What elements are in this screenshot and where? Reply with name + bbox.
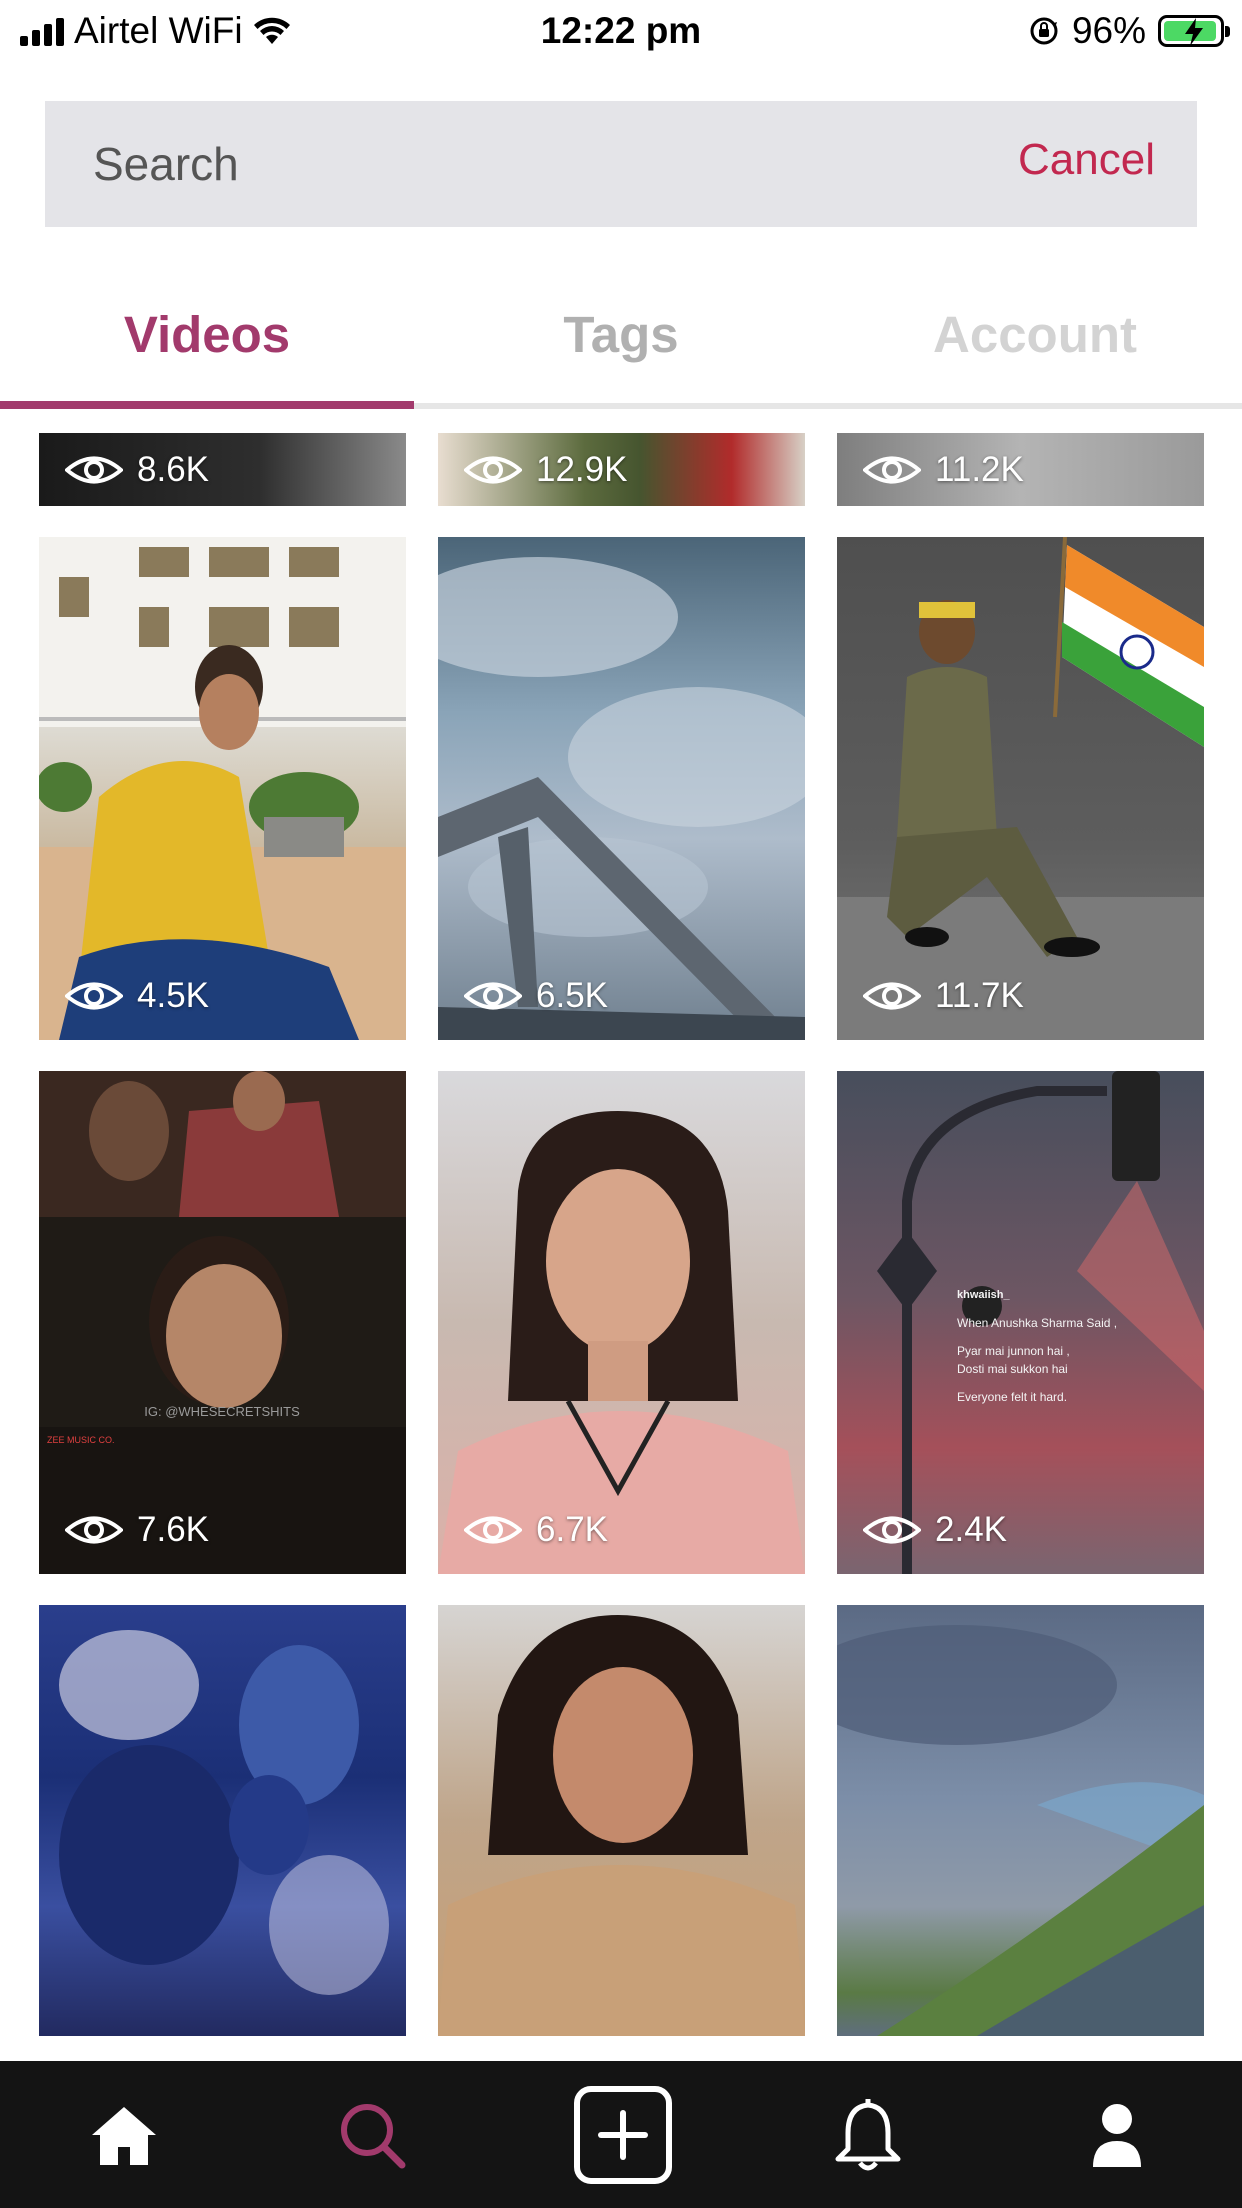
- battery-fill: [1164, 18, 1216, 46]
- eye-icon: [65, 982, 123, 1010]
- battery-percent: 96%: [1071, 10, 1146, 51]
- view-count: 2.4K: [863, 1510, 1007, 1550]
- tab-bar: Videos Tags Account: [0, 275, 1242, 409]
- eye-icon: [464, 456, 522, 484]
- thumbnail-logo: ZEE MUSIC CO.: [47, 1435, 115, 1445]
- search-input[interactable]: [93, 131, 893, 197]
- bell-icon[interactable]: [828, 2095, 908, 2175]
- orientation-lock-icon: [1030, 17, 1058, 45]
- video-tile[interactable]: 11.7K: [837, 537, 1204, 1040]
- video-tile[interactable]: [39, 1605, 406, 2036]
- video-tile[interactable]: [837, 1605, 1204, 2036]
- video-thumbnail: IG: @WHESECRETSHITS ZEE MUSIC CO.: [39, 1071, 406, 1574]
- bottom-nav: [0, 2061, 1242, 2208]
- video-tile[interactable]: 6.7K: [438, 1071, 805, 1574]
- eye-icon: [65, 456, 123, 484]
- tab-selected-indicator: [0, 401, 414, 409]
- view-count: 6.7K: [464, 1510, 608, 1550]
- tab-account[interactable]: Account: [828, 305, 1242, 364]
- eye-icon: [863, 456, 921, 484]
- video-thumbnail: [837, 537, 1204, 1040]
- video-tile[interactable]: 6.5K: [438, 537, 805, 1040]
- home-icon[interactable]: [84, 2095, 164, 2175]
- eye-icon: [863, 982, 921, 1010]
- view-count: 11.2K: [863, 450, 1024, 490]
- video-thumbnail: [438, 1615, 805, 2036]
- cancel-button[interactable]: Cancel: [1018, 135, 1155, 185]
- thumbnail-caption: IG: @WHESECRETSHITS: [144, 1404, 300, 1419]
- tweet-overlay: khwaiish_ When Anushka Sharma Said , Pya…: [957, 1289, 1118, 1404]
- eye-icon: [863, 1516, 921, 1544]
- video-grid: 8.6K 12.9K 11.2K 4.5K 6.5K 11.7K IG: @WH…: [0, 411, 1242, 2060]
- video-tile[interactable]: 8.6K: [39, 433, 406, 506]
- video-tile[interactable]: 4.5K: [39, 537, 406, 1040]
- battery-icon: [1158, 15, 1230, 47]
- view-count: 8.6K: [65, 450, 209, 490]
- view-count: 11.7K: [863, 976, 1024, 1016]
- video-thumbnail: [837, 1625, 1204, 2036]
- video-tile[interactable]: 12.9K: [438, 433, 805, 506]
- video-tile[interactable]: [438, 1605, 805, 2036]
- tab-tags[interactable]: Tags: [414, 305, 828, 364]
- eye-icon: [65, 1516, 123, 1544]
- video-tile[interactable]: khwaiish_ When Anushka Sharma Said , Pya…: [837, 1071, 1204, 1574]
- video-thumbnail: [59, 1630, 389, 1995]
- view-count: 7.6K: [65, 1510, 209, 1550]
- profile-icon[interactable]: [1077, 2095, 1157, 2175]
- add-icon[interactable]: [571, 2083, 675, 2187]
- status-right: 96%: [1028, 10, 1230, 52]
- eye-icon: [464, 982, 522, 1010]
- video-tile[interactable]: IG: @WHESECRETSHITS ZEE MUSIC CO. 7.6K: [39, 1071, 406, 1574]
- charging-icon: [1185, 18, 1203, 46]
- video-thumbnail: [39, 537, 406, 1040]
- view-count: 4.5K: [65, 976, 209, 1016]
- video-thumbnail: [438, 1111, 805, 1574]
- video-tile[interactable]: 11.2K: [837, 433, 1204, 506]
- search-icon[interactable]: [332, 2095, 412, 2175]
- tab-videos[interactable]: Videos: [0, 305, 414, 364]
- screen: Airtel WiFi 12:22 pm 96% Search Cancel V…: [0, 0, 1242, 2208]
- video-thumbnail: [438, 557, 805, 1040]
- view-count: 6.5K: [464, 976, 608, 1016]
- eye-icon: [464, 1516, 522, 1544]
- status-bar: Airtel WiFi 12:22 pm 96%: [0, 0, 1242, 64]
- search-bar: Cancel: [45, 101, 1197, 227]
- view-count: 12.9K: [464, 450, 627, 490]
